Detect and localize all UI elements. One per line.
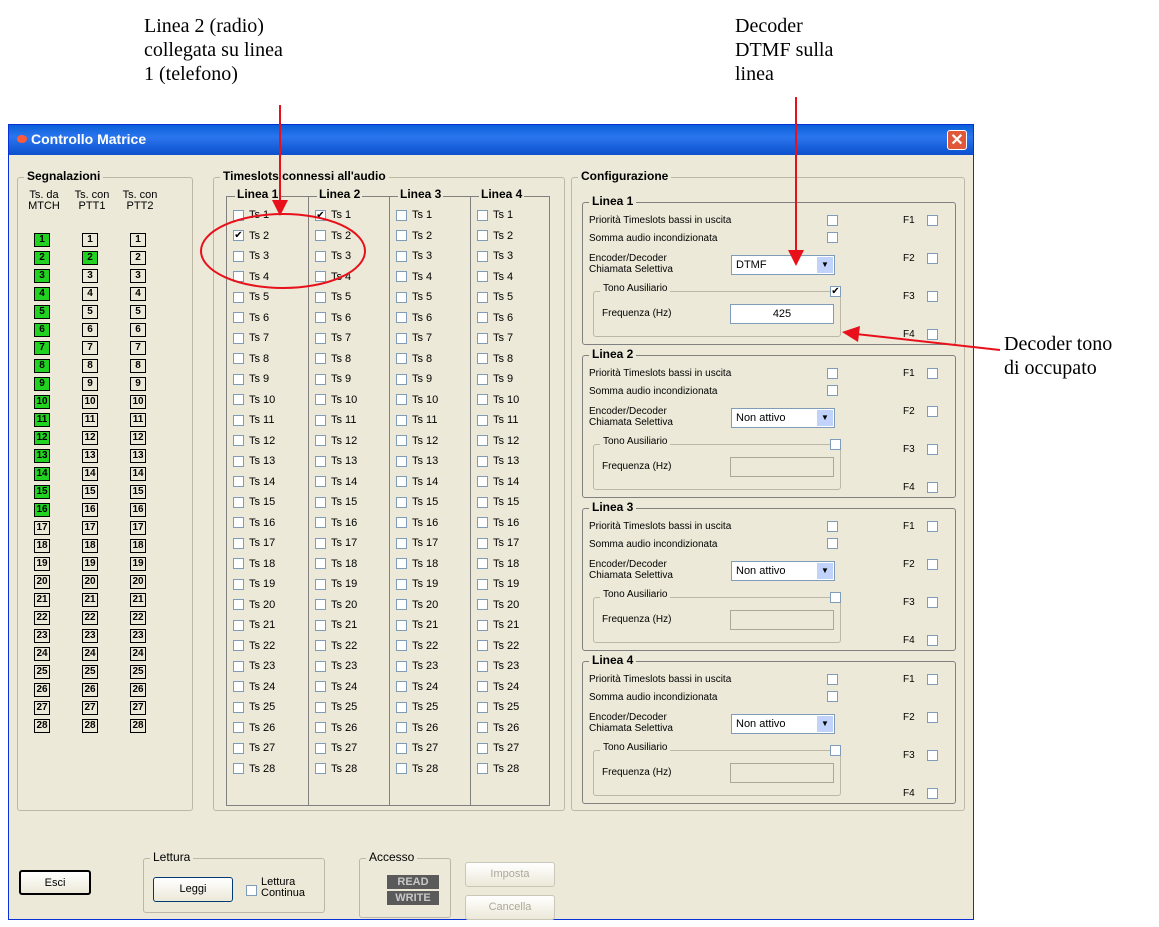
highlight-circle	[200, 213, 366, 289]
annotation-overlay	[200, 97, 1001, 351]
arrow-tono-head	[842, 326, 860, 342]
arrow-dtmf-head	[788, 250, 804, 266]
arrow-tono-line	[855, 333, 1001, 351]
